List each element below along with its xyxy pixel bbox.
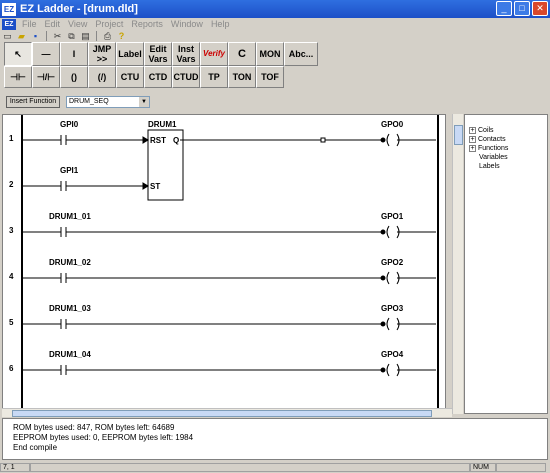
ctd-button[interactable]: CTD [144, 66, 172, 88]
menu-project[interactable]: Project [91, 19, 127, 29]
new-file-icon[interactable]: ▭ [2, 31, 13, 42]
menu-bar: EZ File Edit View Project Reports Window… [0, 18, 550, 30]
ladder-horizontal-scrollbar[interactable] [2, 408, 452, 417]
menu-reports[interactable]: Reports [127, 19, 167, 29]
output-line: End compile [13, 443, 58, 452]
toolbar-separator [96, 31, 97, 41]
window-title: EZ Ladder - [drum.dld] [20, 3, 138, 15]
expand-icon[interactable]: + [469, 127, 476, 134]
compile-button[interactable]: C [228, 42, 256, 66]
output-window: ROM bytes used: 847, ROM bytes left: 646… [2, 418, 548, 460]
copy-icon[interactable]: ⧉ [66, 31, 77, 42]
status-cell [496, 463, 546, 472]
ladder-canvas[interactable]: 1 2 3 4 5 6 GPI0 GPI1 DRUM1_01 DRUM1_02 … [2, 114, 446, 415]
verify-button[interactable]: Verify [200, 42, 228, 66]
coil-label: GPO0 [381, 120, 404, 129]
maximize-button[interactable]: □ [514, 1, 530, 16]
block-pin-st: ST [150, 182, 161, 191]
print-icon[interactable]: ⎙ [102, 31, 113, 42]
menu-help[interactable]: Help [207, 19, 234, 29]
minimize-button[interactable]: _ [496, 1, 512, 16]
tree-item-labels[interactable]: Labels [479, 163, 500, 170]
chevron-down-icon[interactable]: ▼ [139, 97, 149, 107]
ctu-button[interactable]: CTU [116, 66, 144, 88]
tree-item-label: Functions [478, 145, 509, 152]
close-button[interactable]: ✕ [532, 1, 548, 16]
coil-label: GPO4 [381, 350, 404, 359]
cut-icon[interactable]: ✂ [52, 31, 63, 42]
vertical-wire-button[interactable]: I [60, 42, 88, 66]
contact-label: DRUM1_04 [49, 350, 91, 359]
document-logo-icon: EZ [2, 18, 16, 30]
insert-function-button[interactable]: Insert Function [6, 96, 60, 108]
paste-icon[interactable]: ▤ [80, 31, 91, 42]
tp-button[interactable]: TP [200, 66, 228, 88]
num-lock-indicator: NUM [470, 463, 496, 472]
expand-icon[interactable]: + [469, 145, 476, 152]
tree-item-variables[interactable]: Variables [479, 154, 508, 161]
coil-label: GPO1 [381, 212, 404, 221]
menu-edit[interactable]: Edit [41, 19, 65, 29]
jump-button[interactable]: JMP >> [88, 42, 116, 66]
cursor-position: 7, 1 [0, 463, 30, 472]
output-line: EEPROM bytes used: 0, EEPROM bytes left:… [13, 433, 194, 442]
contact-no-button[interactable]: ⊣⊢ [4, 66, 32, 88]
project-tree[interactable]: + Coils + Contacts + Functions Variables… [464, 114, 548, 414]
output-line: ROM bytes used: 847, ROM bytes left: 646… [13, 423, 175, 432]
expand-icon[interactable]: + [469, 136, 476, 143]
block-pin-q: Q [173, 136, 180, 145]
ctud-button[interactable]: CTUD [172, 66, 200, 88]
select-arrow-button[interactable]: ↖ [4, 42, 32, 66]
menu-view[interactable]: View [64, 19, 91, 29]
tof-button[interactable]: TOF [256, 66, 284, 88]
monitor-button[interactable]: MON [256, 42, 284, 66]
tree-item-label: Contacts [478, 136, 506, 143]
tree-item-label: Variables [479, 154, 508, 161]
ladder-vertical-scrollbar[interactable] [452, 114, 463, 414]
open-folder-icon[interactable]: ▰ [16, 31, 27, 42]
tree-item-coils[interactable]: + Coils [469, 127, 494, 134]
coil-label: GPO2 [381, 258, 404, 267]
edit-vars-button[interactable]: Edit Vars [144, 42, 172, 66]
tree-item-functions[interactable]: + Functions [469, 145, 508, 152]
function-block-name: DRUM1 [148, 120, 177, 129]
inst-vars-button[interactable]: Inst Vars [172, 42, 200, 66]
scroll-thumb[interactable] [12, 410, 432, 417]
contact-label: GPI1 [60, 166, 79, 175]
save-icon[interactable]: ▪ [30, 31, 41, 42]
contact-nc-button[interactable]: ⊣/⊢ [32, 66, 60, 88]
contact-label: DRUM1_02 [49, 258, 91, 267]
coil-label: GPO3 [381, 304, 404, 313]
app-logo-icon: EZ [2, 2, 16, 16]
tree-item-label: Labels [479, 163, 500, 170]
function-select-value: DRUM_SEQ [69, 98, 109, 105]
coil-inverted-button[interactable]: (/) [88, 66, 116, 88]
help-icon[interactable]: ? [116, 31, 127, 42]
contact-label: GPI0 [60, 120, 79, 129]
label-button[interactable]: Label [116, 42, 144, 66]
toolbar-separator [46, 31, 47, 41]
abc-button[interactable]: Abc... [284, 42, 318, 66]
menu-file[interactable]: File [18, 19, 41, 29]
function-select[interactable]: DRUM_SEQ ▼ [66, 96, 150, 108]
standard-toolbar: ▭ ▰ ▪ ✂ ⧉ ▤ ⎙ ? [2, 30, 127, 42]
horizontal-wire-button[interactable]: — [32, 42, 60, 66]
tree-item-label: Coils [478, 127, 494, 134]
status-bar: 7, 1 NUM [0, 462, 550, 473]
coil-button[interactable]: () [60, 66, 88, 88]
status-spacer [30, 463, 470, 472]
block-pin-rst: RST [150, 136, 166, 145]
tree-item-contacts[interactable]: + Contacts [469, 136, 506, 143]
contact-label: DRUM1_01 [49, 212, 91, 221]
contact-label: DRUM1_03 [49, 304, 91, 313]
scroll-thumb[interactable] [454, 125, 463, 145]
menu-window[interactable]: Window [167, 19, 207, 29]
title-bar: EZ EZ Ladder - [drum.dld] _ □ ✕ [0, 0, 550, 18]
ton-button[interactable]: TON [228, 66, 256, 88]
